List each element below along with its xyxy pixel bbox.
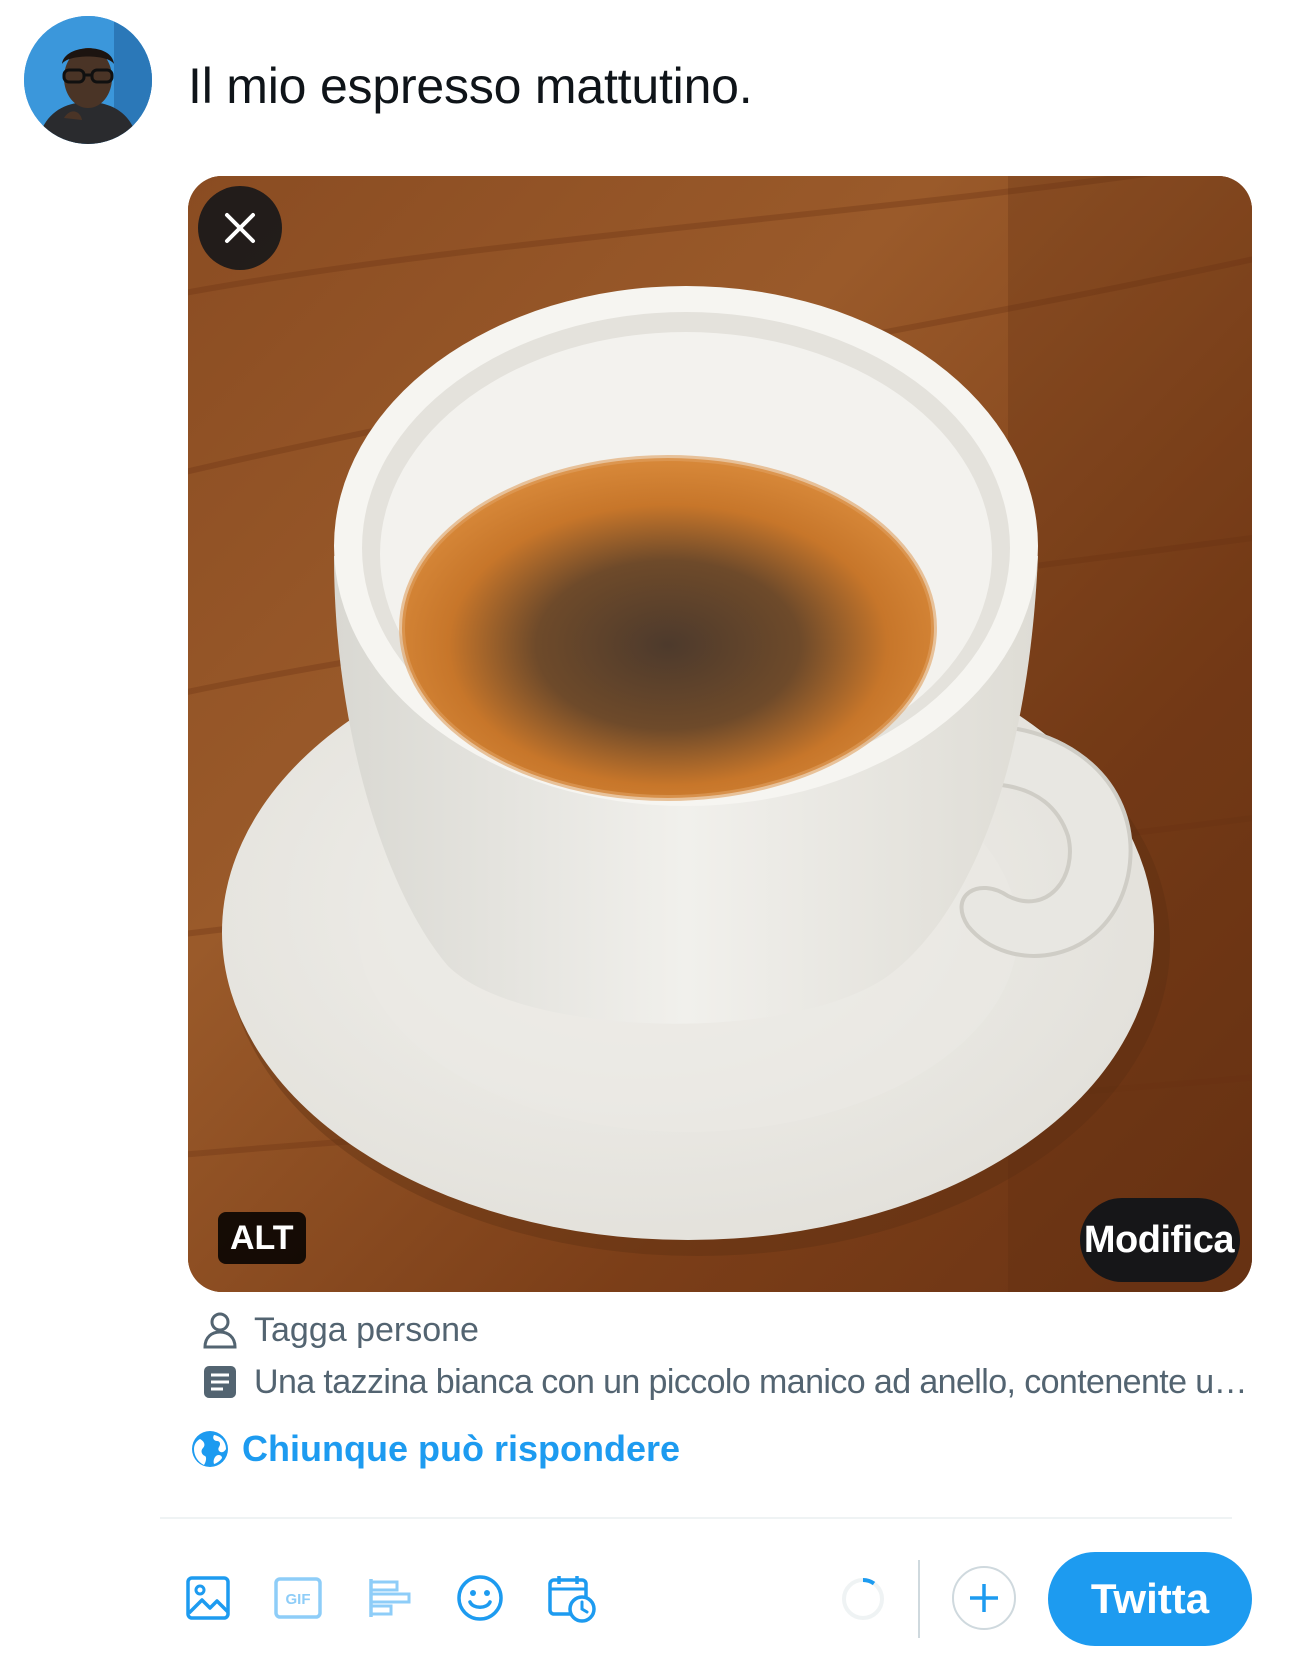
tweet-text-input[interactable]: Il mio espresso mattutino.: [188, 56, 753, 116]
schedule-icon: [548, 1576, 596, 1623]
add-image-button[interactable]: [180, 1570, 236, 1626]
avatar[interactable]: [24, 16, 152, 144]
tweet-button[interactable]: Twitta: [1048, 1552, 1252, 1646]
schedule-button[interactable]: [544, 1570, 600, 1626]
add-emoji-button[interactable]: [452, 1570, 508, 1626]
remove-media-button[interactable]: [198, 186, 282, 270]
divider: [160, 1517, 1232, 1519]
add-thread-button[interactable]: [952, 1566, 1016, 1630]
toolbar-separator: [918, 1560, 920, 1638]
reply-setting-label: Chiunque può rispondere: [242, 1428, 680, 1469]
person-icon: [200, 1310, 240, 1350]
close-icon: [225, 213, 255, 243]
alt-text-preview: Una tazzina bianca con un piccolo manico…: [254, 1362, 1254, 1401]
emoji-icon: [457, 1575, 503, 1621]
tag-people-label: Tagga persone: [254, 1310, 479, 1349]
espresso-photo: [188, 176, 1252, 1292]
edit-media-button[interactable]: Modifica: [1079, 1198, 1240, 1282]
svg-text:GIF: GIF: [286, 1591, 311, 1608]
add-gif-button[interactable]: GIF: [270, 1570, 326, 1626]
add-poll-button[interactable]: [362, 1570, 418, 1626]
reply-setting-button[interactable]: Chiunque può rispondere: [190, 1428, 680, 1470]
document-icon: [200, 1362, 240, 1402]
alt-text-description[interactable]: Una tazzina bianca con un piccolo manico…: [200, 1362, 1260, 1402]
globe-icon: [190, 1429, 230, 1469]
character-counter: [842, 1577, 884, 1620]
plus-icon: [970, 1584, 998, 1612]
alt-text-badge[interactable]: ALT: [218, 1212, 306, 1264]
image-icon: [186, 1576, 230, 1620]
media-attachment: ALT Modifica: [188, 176, 1252, 1292]
gif-icon: GIF: [274, 1577, 322, 1619]
poll-icon: [369, 1579, 411, 1617]
tag-people-button[interactable]: Tagga persone: [200, 1310, 479, 1350]
